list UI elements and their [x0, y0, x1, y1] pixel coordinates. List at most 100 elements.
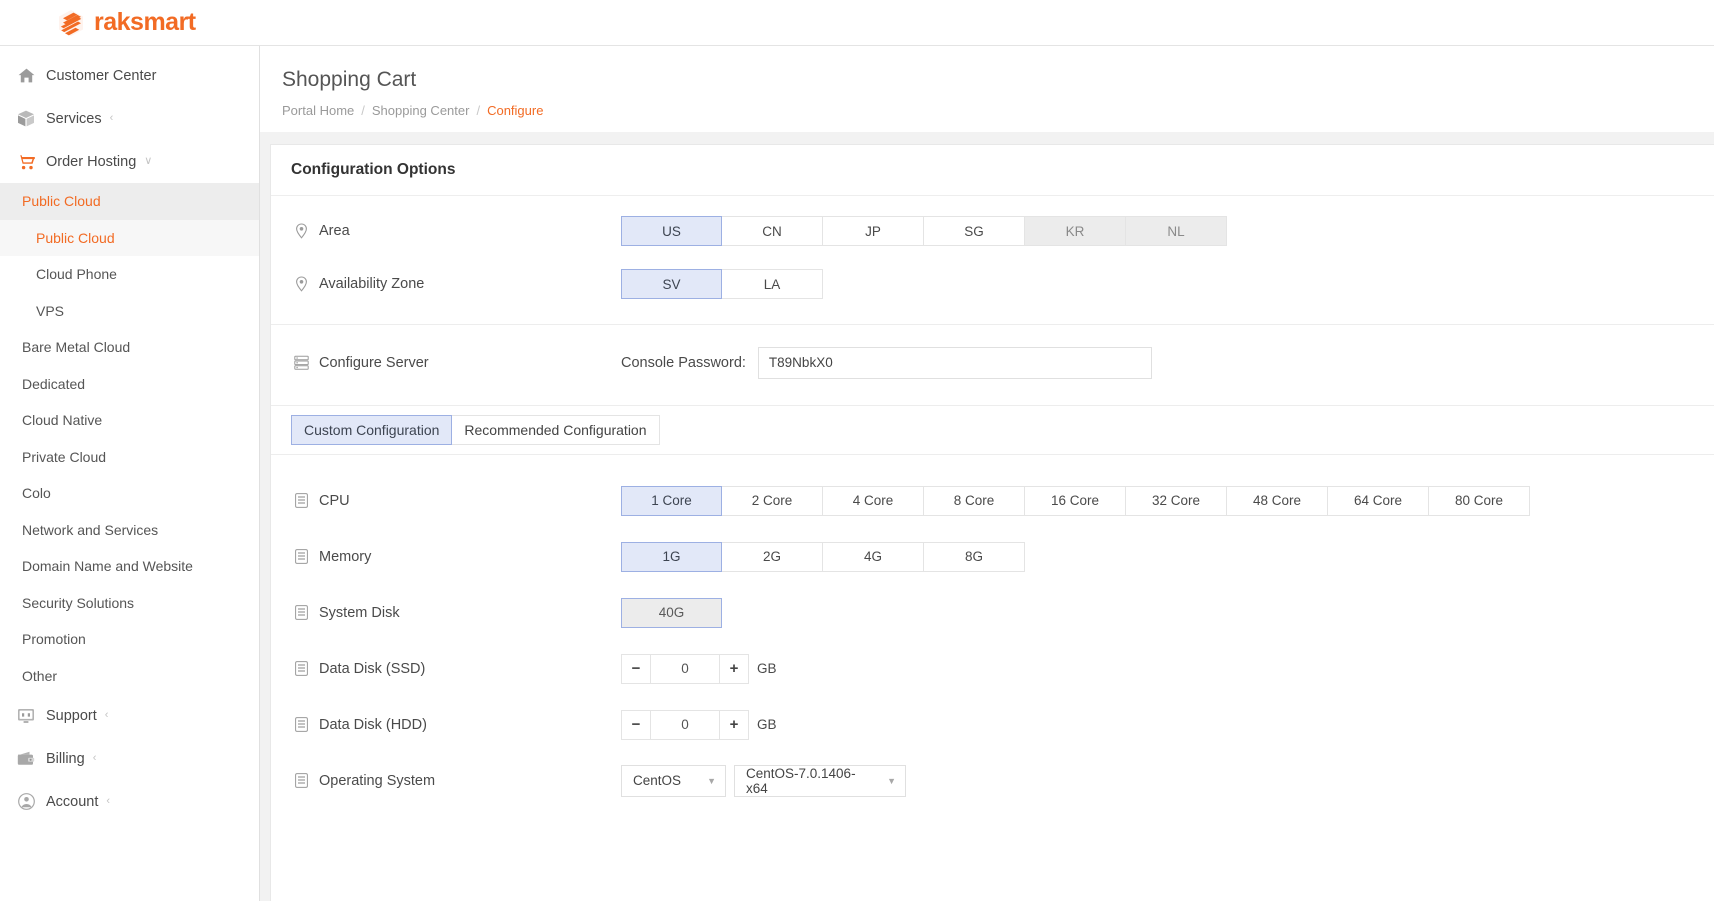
data-disk-hdd-decrement-button[interactable]: − — [621, 709, 651, 740]
memory-label: Memory — [319, 548, 372, 565]
sidebar-item-services[interactable]: Services ‹ — [0, 97, 259, 140]
list-doc-icon — [291, 605, 311, 620]
system-disk-label: System Disk — [319, 604, 400, 621]
sidebar-item-security-solutions[interactable]: Security Solutions — [0, 585, 259, 622]
raksmart-logo-icon — [56, 8, 86, 38]
sidebar-item-order-hosting[interactable]: Order Hosting ∨ — [0, 140, 259, 183]
sidebar-sub-label: Dedicated — [22, 375, 86, 392]
sidebar-sub-label: Promotion — [22, 631, 86, 648]
availability-zone-option-sv[interactable]: SV — [621, 269, 722, 299]
sidebar-item-domain-name-and-website[interactable]: Domain Name and Website — [0, 548, 259, 585]
console-password-input[interactable] — [757, 346, 1152, 379]
sidebar-item-colo[interactable]: Colo — [0, 475, 259, 512]
cpu-option-80-core[interactable]: 80 Core — [1429, 485, 1530, 516]
sidebar-item-private-cloud[interactable]: Private Cloud — [0, 439, 259, 476]
sidebar-item-support[interactable]: Support ‹ — [0, 694, 259, 737]
data-disk-hdd-value[interactable]: 0 — [651, 709, 719, 740]
chevron-left-icon: ‹ — [106, 795, 111, 807]
cpu-option-2-core[interactable]: 2 Core — [722, 485, 823, 516]
area-option-nl[interactable]: NL — [1126, 216, 1227, 246]
cpu-option-16-core[interactable]: 16 Core — [1025, 485, 1126, 516]
sidebar-item-account[interactable]: Account ‹ — [0, 780, 259, 823]
panel-title: Configuration Options — [271, 145, 1714, 196]
memory-option-2g[interactable]: 2G — [722, 541, 823, 572]
sidebar-item-customer-center[interactable]: Customer Center — [0, 54, 259, 97]
list-doc-icon — [291, 717, 311, 732]
area-option-kr[interactable]: KR — [1025, 216, 1126, 246]
location-pin-icon — [291, 223, 311, 239]
system-disk-options: 40G — [621, 597, 722, 628]
system-disk-row: System Disk 40G — [271, 585, 1714, 641]
sidebar-sub-label: VPS — [36, 302, 65, 319]
tab-recommended-configuration[interactable]: Recommended Configuration — [452, 414, 660, 445]
area-option-us[interactable]: US — [621, 216, 722, 246]
memory-option-4g[interactable]: 4G — [823, 541, 924, 572]
area-option-cn[interactable]: CN — [722, 216, 823, 246]
data-disk-ssd-increment-button[interactable]: + — [719, 653, 749, 684]
data-disk-ssd-decrement-button[interactable]: − — [621, 653, 651, 684]
sidebar-item-promotion[interactable]: Promotion — [0, 621, 259, 658]
availability-zone-label-group: Availability Zone — [291, 276, 621, 292]
memory-label-group: Memory — [291, 549, 621, 565]
breadcrumb: Portal Home / Shopping Center / Configur… — [282, 103, 1692, 118]
data-disk-ssd-label: Data Disk (SSD) — [319, 660, 426, 677]
data-disk-hdd-increment-button[interactable]: + — [719, 709, 749, 740]
chevron-down-icon: ∨ — [144, 155, 153, 167]
page-title: Shopping Cart — [282, 68, 417, 91]
cpu-option-48-core[interactable]: 48 Core — [1227, 485, 1328, 516]
chevron-left-icon: ‹ — [109, 112, 114, 124]
sidebar-item-label: Services — [46, 110, 102, 127]
data-disk-hdd-unit: GB — [757, 717, 777, 732]
box-icon — [14, 109, 38, 129]
home-icon — [14, 66, 38, 86]
availability-zone-options: SV LA — [621, 269, 823, 299]
sidebar-sub-label: Public Cloud — [22, 193, 101, 210]
area-option-jp[interactable]: JP — [823, 216, 924, 246]
operating-system-version-select[interactable]: CentOS-7.0.1406-x64 ▼ — [734, 764, 906, 797]
system-disk-option-40g[interactable]: 40G — [621, 597, 722, 628]
cpu-row: CPU 1 Core 2 Core 4 Core 8 Core 16 Core … — [271, 473, 1714, 529]
console-password-label: Console Password: — [621, 354, 746, 371]
sidebar-item-cloud-phone[interactable]: Cloud Phone — [0, 256, 259, 293]
memory-option-8g[interactable]: 8G — [924, 541, 1025, 572]
support-monitor-icon — [14, 706, 38, 726]
configuration-tabs: Custom Configuration Recommended Configu… — [271, 406, 1714, 445]
sidebar-item-bare-metal-cloud[interactable]: Bare Metal Cloud — [0, 329, 259, 366]
cpu-option-8-core[interactable]: 8 Core — [924, 485, 1025, 516]
sidebar-item-public-cloud[interactable]: Public Cloud — [0, 183, 259, 220]
sidebar-item-public-cloud-nested[interactable]: Public Cloud — [0, 219, 259, 256]
operating-system-selects: CentOS ▼ CentOS-7.0.1406-x64 ▼ — [621, 764, 906, 797]
memory-option-1g[interactable]: 1G — [621, 541, 722, 572]
data-disk-ssd-value[interactable]: 0 — [651, 653, 719, 684]
sidebar-item-label: Order Hosting — [46, 153, 137, 170]
sidebar-item-cloud-native[interactable]: Cloud Native — [0, 402, 259, 439]
breadcrumb-separator: / — [476, 102, 481, 118]
sidebar-item-other[interactable]: Other — [0, 658, 259, 695]
sidebar-item-billing[interactable]: Billing ‹ — [0, 737, 259, 780]
availability-zone-option-la[interactable]: LA — [722, 269, 823, 299]
sidebar-item-dedicated[interactable]: Dedicated — [0, 366, 259, 403]
sidebar-sub-label: Domain Name and Website — [22, 558, 193, 575]
breadcrumb-portal-home[interactable]: Portal Home — [282, 103, 354, 118]
list-doc-icon — [291, 661, 311, 676]
cpu-option-64-core[interactable]: 64 Core — [1328, 485, 1429, 516]
breadcrumb-shopping-center[interactable]: Shopping Center — [372, 103, 470, 118]
chevron-down-icon: ▼ — [707, 775, 716, 786]
chevron-left-icon: ‹ — [104, 709, 109, 721]
sidebar-item-network-and-services[interactable]: Network and Services — [0, 512, 259, 549]
tab-custom-configuration[interactable]: Custom Configuration — [291, 414, 453, 445]
system-disk-label-group: System Disk — [291, 605, 621, 621]
cpu-option-1-core[interactable]: 1 Core — [621, 485, 722, 516]
sidebar-sub-label: Public Cloud — [36, 229, 115, 246]
breadcrumb-configure[interactable]: Configure — [487, 103, 543, 118]
operating-system-family-select[interactable]: CentOS ▼ — [621, 764, 726, 797]
configure-server-row: Configure Server Console Password: — [271, 325, 1714, 405]
cpu-option-32-core[interactable]: 32 Core — [1126, 485, 1227, 516]
sidebar-item-vps[interactable]: VPS — [0, 292, 259, 329]
availability-zone-row: Availability Zone SV LA — [271, 263, 1714, 306]
sidebar-item-label: Billing — [46, 750, 85, 767]
brand-logo[interactable]: raksmart — [0, 8, 196, 38]
area-option-sg[interactable]: SG — [924, 216, 1025, 246]
sidebar-sub-label: Bare Metal Cloud — [22, 339, 131, 356]
cpu-option-4-core[interactable]: 4 Core — [823, 485, 924, 516]
